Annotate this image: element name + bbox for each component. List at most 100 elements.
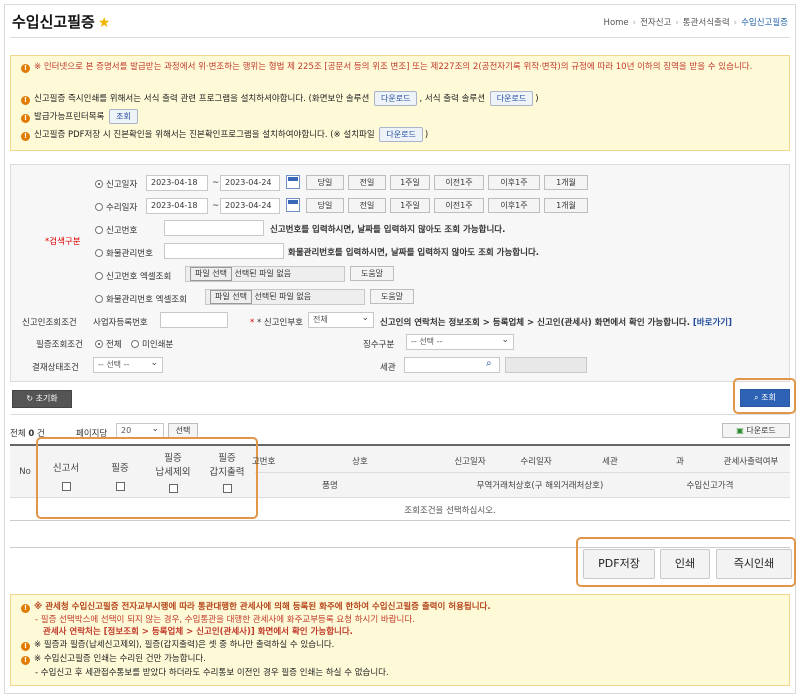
biz-no-input[interactable] bbox=[160, 312, 228, 328]
warning-icon: ! bbox=[21, 96, 30, 105]
radio-icon[interactable] bbox=[95, 272, 103, 280]
period-yesterday-button[interactable]: 전일 bbox=[348, 198, 386, 213]
notice-item: ! 신고필증 즉시인쇄를 위해서는 서식 출력 관련 프로그램을 설치하셔야합니다… bbox=[21, 91, 539, 106]
customs-label: 세관 bbox=[380, 363, 396, 373]
radio-accept-date[interactable]: 수리일자 bbox=[95, 201, 137, 213]
footer-notice: ! ※ 관세청 수입신고필증 전자교부시행에 따라 통관대행한 관세사에 의해 등… bbox=[10, 594, 790, 686]
radio-icon[interactable] bbox=[131, 340, 139, 348]
notice-item: ! 신고필증 PDF저장 시 진본확인을 위해서는 진본확인프로그램을 설치하여야… bbox=[21, 127, 428, 142]
pay-status-select[interactable]: -- 선택 -- bbox=[93, 356, 163, 373]
col-import-price: 수입신고가격 bbox=[686, 481, 734, 491]
query-button[interactable]: ⌕ 조회 bbox=[740, 389, 790, 407]
radio-icon[interactable] bbox=[95, 340, 103, 348]
report-date-from[interactable]: 2023-04-18 bbox=[146, 175, 208, 191]
divider bbox=[10, 414, 790, 415]
period-today-button[interactable]: 당일 bbox=[306, 198, 344, 213]
period-next-week-button[interactable]: 이후1주 bbox=[488, 198, 540, 213]
radio-icon[interactable] bbox=[95, 249, 103, 257]
download-print-solution-button[interactable]: 다운로드 bbox=[489, 91, 534, 106]
header-divider bbox=[255, 472, 790, 473]
radio-cargo-no[interactable]: 화물관리번호 bbox=[95, 247, 153, 259]
instant-print-button[interactable]: 즉시인쇄 bbox=[716, 549, 792, 579]
cargo-no-input[interactable] bbox=[164, 243, 284, 259]
download-button[interactable]: ▣ 다운로드 bbox=[722, 423, 790, 438]
radio-icon[interactable] bbox=[95, 203, 103, 211]
radio-excel-report[interactable]: 신고번호 엑셀조회 bbox=[95, 270, 171, 282]
period-week-button[interactable]: 1주일 bbox=[390, 175, 430, 190]
search-icon[interactable]: ⌕ bbox=[486, 358, 492, 369]
period-month-button[interactable]: 1개월 bbox=[544, 198, 588, 213]
chevron-right-icon: › bbox=[632, 18, 637, 28]
collect-select[interactable]: -- 선택 -- bbox=[406, 333, 514, 350]
radio-report-date[interactable]: 신고일자 bbox=[95, 178, 137, 190]
col-cert-first-page: 필증 갑지출력 bbox=[200, 452, 254, 498]
cargo-no-hint: 화물관리번호를 입력하시면, 날짜를 입력하지 않아도 조회 가능합니다. bbox=[288, 248, 539, 258]
cert-condition-label: 필증조회조건 bbox=[36, 340, 83, 350]
col-cert: 필증 bbox=[94, 460, 146, 494]
breadcrumb-item[interactable]: 통관서식출력 bbox=[683, 18, 730, 28]
warning-icon: ! bbox=[21, 114, 30, 123]
checkbox-cert[interactable] bbox=[115, 482, 125, 491]
col-item: 품명 bbox=[322, 481, 338, 491]
col-cert-tax-ex: 필증 납세제외 bbox=[146, 452, 200, 498]
select-button[interactable]: 선택 bbox=[168, 423, 198, 438]
breadcrumb-item[interactable]: 전자신고 bbox=[640, 18, 671, 28]
tilde: ~ bbox=[212, 178, 220, 188]
report-date-to[interactable]: 2023-04-24 bbox=[220, 175, 280, 191]
refresh-icon: ↻ bbox=[26, 394, 34, 403]
empty-message: 조회조건을 선택하십시오. bbox=[404, 506, 496, 516]
file-select-button[interactable]: 파일 선택 bbox=[210, 290, 252, 304]
tilde: ~ bbox=[212, 201, 220, 211]
help-button[interactable]: 도움말 bbox=[350, 266, 394, 281]
radio-report-no[interactable]: 신고번호 bbox=[95, 224, 137, 236]
printer-list-query-button[interactable]: 조회 bbox=[109, 109, 138, 124]
breadcrumb: Home › 전자신고 › 통관서식출력 › 수입신고필증 bbox=[604, 16, 788, 28]
pdf-save-button[interactable]: PDF저장 bbox=[583, 549, 655, 579]
report-no-input[interactable] bbox=[164, 220, 264, 236]
checkbox-cert-tax-ex[interactable] bbox=[168, 484, 178, 493]
period-today-button[interactable]: 당일 bbox=[306, 175, 344, 190]
period-yesterday-button[interactable]: 전일 bbox=[348, 175, 386, 190]
help-button[interactable]: 도움말 bbox=[370, 289, 414, 304]
divider bbox=[10, 520, 790, 521]
download-screen-security-button[interactable]: 다운로드 bbox=[374, 91, 418, 106]
reporter-hint: 신고인의 연락처는 정보조회 > 등록업체 > 신고인(관세사) 화면에서 확인… bbox=[380, 318, 732, 328]
print-button[interactable]: 인쇄 bbox=[660, 549, 710, 579]
pay-condition-label: 결재상태조건 bbox=[32, 363, 79, 373]
radio-cert-all[interactable]: 전체 bbox=[95, 338, 122, 350]
favorite-star-icon[interactable]: ★ bbox=[98, 15, 111, 31]
excel-report-file[interactable]: 파일 선택 선택된 파일 없음 bbox=[185, 266, 345, 282]
excel-cargo-file[interactable]: 파일 선택 선택된 파일 없음 bbox=[205, 289, 365, 305]
checkbox-cert-first-page[interactable] bbox=[222, 484, 232, 493]
period-week-button[interactable]: 1주일 bbox=[390, 198, 430, 213]
col-division: 과 bbox=[676, 457, 684, 467]
excel-icon: ▣ bbox=[736, 426, 744, 435]
accept-date-to[interactable]: 2023-04-24 bbox=[220, 198, 280, 214]
radio-cert-unprinted[interactable]: 미인쇄분 bbox=[131, 338, 173, 350]
accept-date-from[interactable]: 2023-04-18 bbox=[146, 198, 208, 214]
period-next-week-button[interactable]: 이후1주 bbox=[488, 175, 540, 190]
checkbox-report[interactable] bbox=[61, 482, 71, 491]
breadcrumb-home[interactable]: Home bbox=[604, 18, 629, 28]
file-select-button[interactable]: 파일 선택 bbox=[190, 267, 232, 281]
period-prev-week-button[interactable]: 이전1주 bbox=[434, 198, 484, 213]
chevron-right-icon: › bbox=[733, 18, 738, 28]
period-prev-week-button[interactable]: 이전1주 bbox=[434, 175, 484, 190]
divider bbox=[10, 37, 790, 38]
calendar-icon[interactable] bbox=[286, 175, 300, 189]
goto-link[interactable]: [바로가기] bbox=[693, 318, 732, 328]
period-month-button[interactable]: 1개월 bbox=[544, 175, 588, 190]
radio-icon[interactable] bbox=[95, 180, 103, 188]
calendar-icon[interactable] bbox=[286, 198, 300, 212]
search-icon: ⌕ bbox=[754, 393, 759, 402]
download-verify-program-button[interactable]: 다운로드 bbox=[379, 127, 423, 142]
radio-icon[interactable] bbox=[95, 295, 103, 303]
radio-excel-cargo[interactable]: 화물관리번호 엑셀조회 bbox=[95, 293, 187, 305]
chevron-right-icon: › bbox=[675, 18, 679, 28]
reset-button[interactable]: ↻ 초기화 bbox=[12, 390, 72, 408]
reporter-code-select[interactable]: 전체 bbox=[308, 311, 374, 328]
reporter-code-label: * * 신고인부호 bbox=[250, 318, 304, 328]
notice-item: ! ※ 인터넷으로 본 증명서를 발급받는 과정에서 위·변조하는 행위는 형법 … bbox=[21, 61, 781, 73]
radio-icon[interactable] bbox=[95, 226, 103, 234]
search-type-label: *검색구분 bbox=[45, 237, 81, 247]
